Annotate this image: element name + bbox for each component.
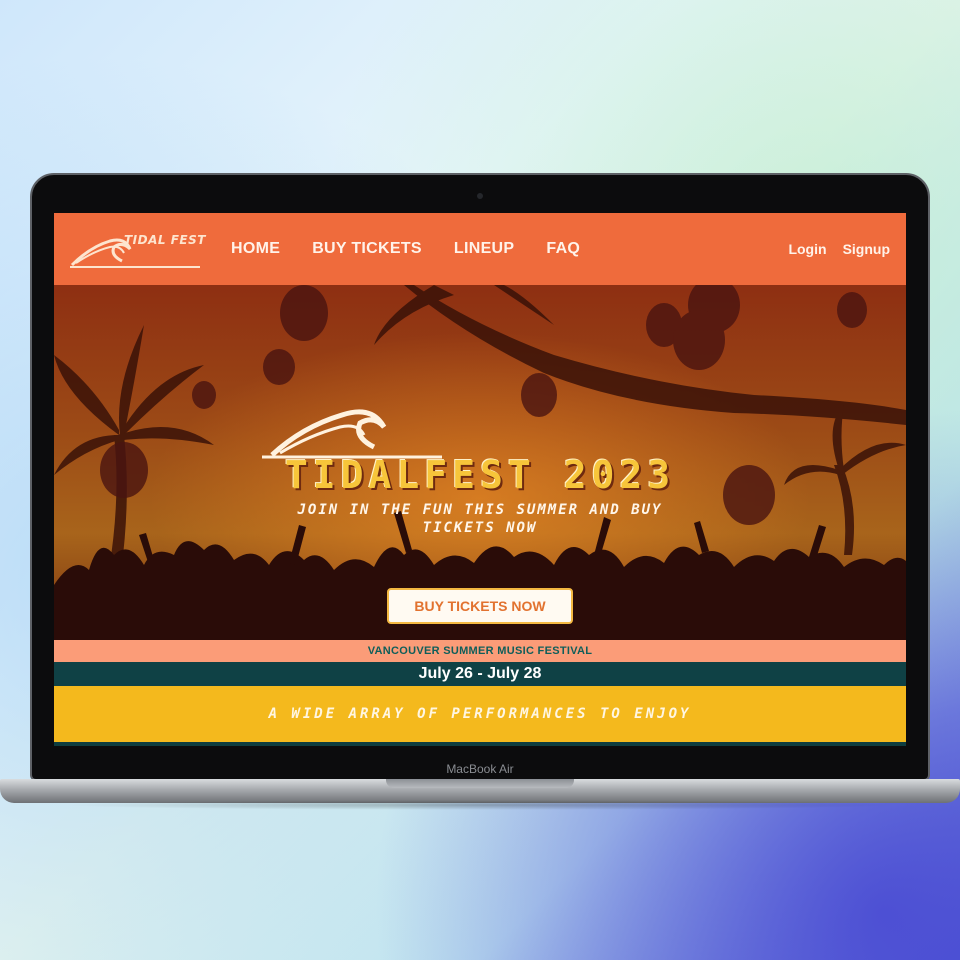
browser-screen: TIDAL FEST HOME BUY TICKETS LINEUP FAQ L… bbox=[54, 213, 906, 746]
nav-links: HOME BUY TICKETS LINEUP FAQ bbox=[231, 240, 580, 258]
laptop-model-label: MacBook Air bbox=[446, 762, 514, 776]
camera bbox=[477, 193, 483, 199]
top-navigation: TIDAL FEST HOME BUY TICKETS LINEUP FAQ L… bbox=[54, 213, 906, 285]
laptop-hinge-notch bbox=[386, 779, 574, 788]
hero-section: TIDALFEST 2023 JOIN IN THE FUN THIS SUMM… bbox=[54, 285, 906, 640]
hero-subtitle: JOIN IN THE FUN THIS SUMMER AND BUY TICK… bbox=[297, 502, 663, 536]
hero-wave-icon bbox=[262, 409, 442, 459]
nav-faq[interactable]: FAQ bbox=[546, 240, 580, 258]
nav-lineup[interactable]: LINEUP bbox=[454, 240, 514, 258]
performances-heading: A WIDE ARRAY OF PERFORMANCES TO ENJOY bbox=[54, 686, 906, 742]
auth-links: Login Signup bbox=[788, 241, 890, 257]
nav-buy-tickets[interactable]: BUY TICKETS bbox=[312, 240, 422, 258]
buy-tickets-button[interactable]: BUY TICKETS NOW bbox=[387, 588, 573, 624]
festival-dates: July 26 - July 28 bbox=[54, 662, 906, 686]
festival-tagline: VANCOUVER SUMMER MUSIC FESTIVAL bbox=[54, 640, 906, 662]
hero-title: TIDALFEST 2023 bbox=[284, 453, 676, 497]
login-link[interactable]: Login bbox=[788, 241, 826, 257]
nav-home[interactable]: HOME bbox=[231, 240, 280, 258]
logo-text: TIDAL FEST bbox=[124, 233, 206, 247]
laptop-shadow bbox=[60, 800, 900, 810]
signup-link[interactable]: Signup bbox=[843, 241, 890, 257]
